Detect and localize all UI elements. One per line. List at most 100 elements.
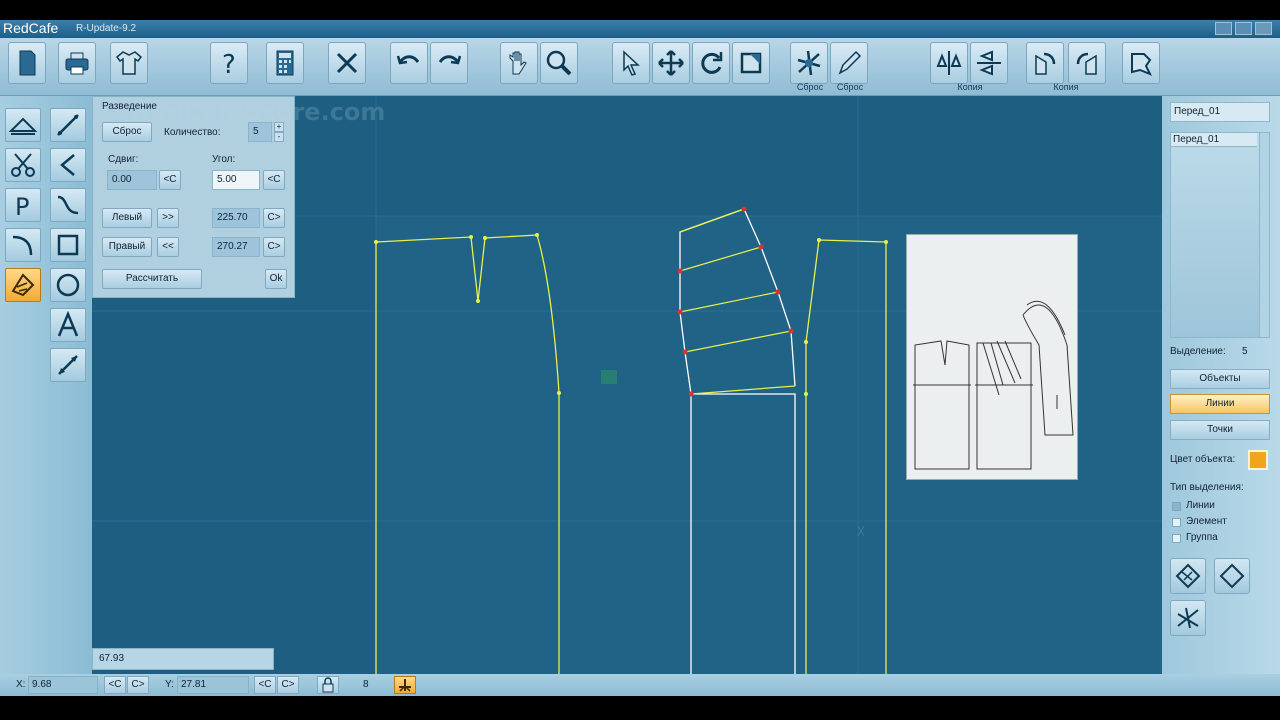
arc-icon (12, 235, 33, 256)
count-increase-button[interactable]: + (274, 122, 284, 132)
left-button[interactable]: Левый (102, 208, 152, 228)
points-reset-icon (797, 50, 821, 76)
zoom-button[interactable] (540, 42, 578, 84)
garment-button[interactable] (110, 42, 148, 84)
properties-panel: Перед_01 Перед_01 Выделение: 5 Объекты Л… (1162, 96, 1280, 674)
redo-button[interactable] (430, 42, 468, 84)
x-back-button[interactable]: <C (104, 676, 126, 694)
title-bar: RedCafe R-Update-9.2 (0, 20, 1280, 38)
objects-mode-button[interactable]: Объекты (1170, 369, 1270, 389)
svg-text:P: P (15, 193, 29, 219)
angle-tool-button[interactable] (50, 148, 86, 182)
shift-label: Сдвиг: (108, 154, 139, 165)
minimize-button[interactable] (1215, 22, 1232, 35)
y-back-button[interactable]: <C (254, 676, 276, 694)
select-points-button[interactable] (1122, 42, 1160, 84)
mirror-vertical-icon (936, 51, 962, 75)
left-arrow-button[interactable]: >> (157, 208, 179, 228)
x-coordinate-field[interactable]: 9.68 (28, 676, 98, 694)
close-window-button[interactable] (1255, 22, 1272, 35)
object-name-field[interactable]: Перед_01 (1170, 102, 1270, 122)
dialog-title: Разведение (102, 101, 157, 112)
count-input[interactable]: 5 (248, 122, 272, 142)
undo-button[interactable] (390, 42, 428, 84)
rotate-copy-left-button[interactable] (1026, 42, 1064, 84)
move-button[interactable] (652, 42, 690, 84)
x-label: X: (16, 679, 26, 690)
select-type-lines-checkbox[interactable] (1172, 502, 1181, 511)
right-forward-button[interactable]: C> (263, 237, 285, 257)
sketch-drawing (913, 300, 1074, 470)
object-list[interactable]: Перед_01 (1170, 132, 1270, 338)
count-decrease-button[interactable]: - (274, 132, 284, 142)
shift-input[interactable]: 0.00 (107, 170, 157, 190)
select-group-button[interactable] (1170, 558, 1206, 594)
shift-back-button[interactable]: <C (159, 170, 181, 190)
dialog-reset-button[interactable]: Сброс (102, 122, 152, 142)
select-type-group-checkbox[interactable] (1172, 534, 1181, 543)
reset-caption-1: Сброс (796, 82, 824, 92)
right-value-input[interactable]: 270.27 (212, 237, 260, 257)
select-cross-button[interactable] (1170, 600, 1206, 636)
cut-tool-button[interactable] (5, 148, 41, 182)
pocket-tool-button[interactable]: P (5, 188, 41, 222)
arc-tool-button[interactable] (5, 228, 41, 262)
angle-label: Угол: (212, 154, 236, 165)
left-value-input[interactable]: 225.70 (212, 208, 260, 228)
rectangle-tool-button[interactable] (50, 228, 86, 262)
rotate-copy-right-button[interactable] (1068, 42, 1106, 84)
calculator-button[interactable] (266, 42, 304, 84)
redo-icon (438, 55, 462, 65)
spread-tool-button[interactable] (5, 268, 41, 302)
measure-tool-button[interactable] (50, 348, 86, 382)
new-file-button[interactable] (8, 42, 46, 84)
select-button[interactable] (612, 42, 650, 84)
scale-button[interactable] (732, 42, 770, 84)
curve-tool-button[interactable] (50, 188, 86, 222)
y-coordinate-field[interactable]: 27.81 (177, 676, 249, 694)
object-list-scrollbar[interactable] (1259, 133, 1269, 337)
status-bar: X: 9.68 <C C> Y: 27.81 <C C> 8 (0, 674, 1280, 696)
lines-mode-button[interactable]: Линии (1170, 394, 1270, 414)
object-list-item[interactable]: Перед_01 (1171, 133, 1257, 147)
angle-input[interactable]: 5.00 (212, 170, 260, 190)
object-color-swatch[interactable] (1248, 450, 1268, 470)
scale-icon (740, 52, 762, 74)
ok-button[interactable]: Ok (265, 269, 287, 289)
angle-icon (60, 154, 75, 176)
text-tool-button[interactable] (50, 308, 86, 342)
select-type-element-checkbox[interactable] (1172, 518, 1181, 527)
right-button[interactable]: Правый (102, 237, 152, 257)
line-icon (57, 114, 79, 136)
y-forward-button[interactable]: C> (277, 676, 299, 694)
reset-line-button[interactable] (830, 42, 868, 84)
printer-icon (65, 52, 89, 75)
pan-button[interactable] (500, 42, 538, 84)
snap-toggle-button[interactable] (394, 676, 416, 694)
rotate-button[interactable] (692, 42, 730, 84)
delete-button[interactable] (328, 42, 366, 84)
maximize-button[interactable] (1235, 22, 1252, 35)
line-tool-button[interactable] (50, 108, 86, 142)
app-window: RedCafe R-Update-9.2 ? Сброс Сброс Копия… (0, 0, 1280, 720)
deselect-button[interactable] (1214, 558, 1250, 594)
lock-button[interactable] (317, 676, 339, 694)
right-arrow-button[interactable]: << (157, 237, 179, 257)
points-mode-button[interactable]: Точки (1170, 420, 1270, 440)
help-button[interactable]: ? (210, 42, 248, 84)
calculate-button[interactable]: Рассчитать (102, 269, 202, 289)
dart-tool-button[interactable] (5, 108, 41, 142)
print-button[interactable] (58, 42, 96, 84)
app-version: R-Update-9.2 (76, 23, 137, 34)
mirror-horizontal-button[interactable] (970, 42, 1008, 84)
left-forward-button[interactable]: C> (263, 208, 285, 228)
reset-points-button[interactable] (790, 42, 828, 84)
reference-sketch-image (906, 234, 1078, 480)
circle-tool-button[interactable] (50, 268, 86, 302)
hand-icon (509, 51, 527, 75)
mirror-vertical-button[interactable] (930, 42, 968, 84)
scissors-icon (11, 153, 35, 177)
select-type-element-label: Элемент (1186, 516, 1227, 527)
x-forward-button[interactable]: C> (127, 676, 149, 694)
angle-back-button[interactable]: <C (263, 170, 285, 190)
